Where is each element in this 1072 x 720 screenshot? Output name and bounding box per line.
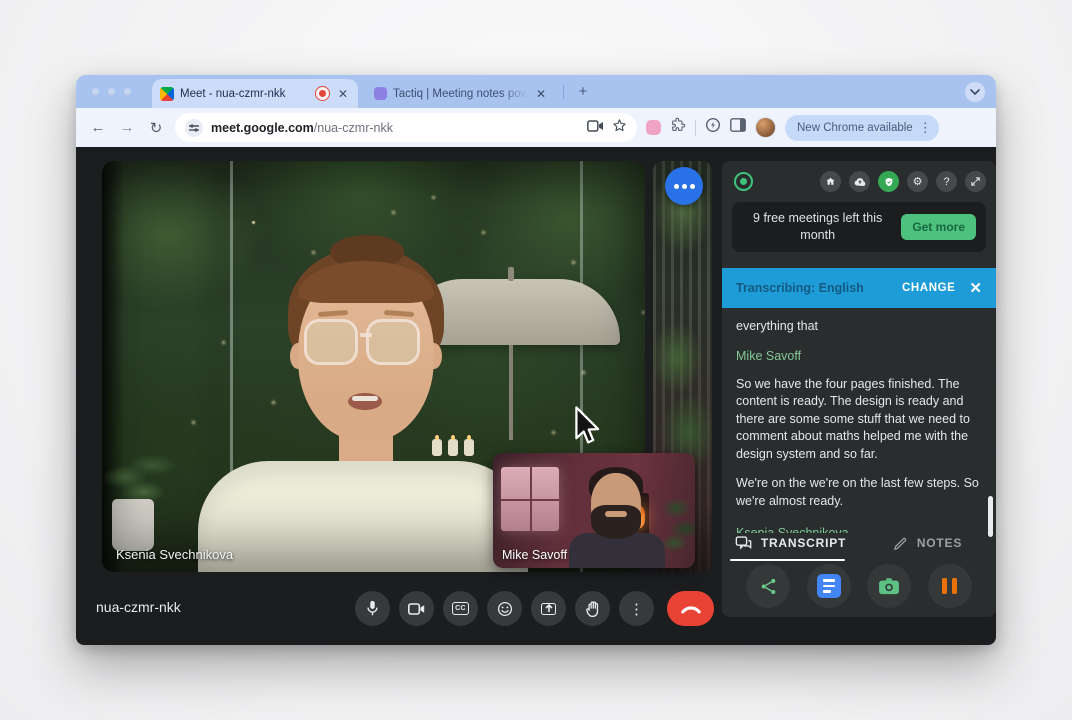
window-controls[interactable] xyxy=(92,88,131,95)
shield-check-icon[interactable] xyxy=(878,171,899,192)
mic-button[interactable] xyxy=(355,591,390,626)
help-icon[interactable]: ? xyxy=(936,171,957,192)
tactiq-extension-icon[interactable] xyxy=(646,120,661,135)
browser-toolbar: ← → ↻ meet.google.com/nua-czmr-nkk xyxy=(76,108,996,147)
present-button[interactable] xyxy=(531,591,566,626)
toolbar-separator xyxy=(695,120,696,136)
profile-avatar[interactable] xyxy=(755,117,776,138)
bookmark-star-icon[interactable] xyxy=(612,118,627,138)
back-icon[interactable]: ← xyxy=(88,119,108,136)
tab-strip: Meet - nua-czmr-nkk ✕ Tactiq | Meeting n… xyxy=(76,75,996,108)
tab-meet[interactable]: Meet - nua-czmr-nkk ✕ xyxy=(152,79,358,108)
tab-transcript[interactable]: TRANSCRIPT xyxy=(722,527,859,559)
tab-search-chevron-icon[interactable] xyxy=(965,82,985,102)
camera-in-use-icon[interactable] xyxy=(587,119,604,137)
transcribing-banner: Transcribing: English CHANGE ✕ xyxy=(722,268,996,308)
video-tile-pip[interactable]: Mike Savoff xyxy=(493,453,695,568)
tab-meet-title: Meet - nua-czmr-nkk xyxy=(180,88,309,100)
tactiq-favicon xyxy=(374,87,387,100)
transcribing-label: Transcribing: English xyxy=(736,281,864,295)
get-more-button[interactable]: Get more xyxy=(901,214,976,240)
tactiq-header: ⚙ ? xyxy=(722,161,996,200)
call-controls: CC ⋮ xyxy=(355,591,714,626)
tab-separator xyxy=(563,85,564,99)
meet-bottom-bar: nua-czmr-nkk CC xyxy=(76,573,996,645)
home-icon[interactable] xyxy=(820,171,841,192)
reload-icon[interactable]: ↻ xyxy=(146,119,166,137)
tactiq-panel: ⚙ ? 9 free meetings left this month Get … xyxy=(722,161,996,617)
captions-button[interactable]: CC xyxy=(443,591,478,626)
recording-indicator-icon xyxy=(315,86,330,101)
end-call-button[interactable] xyxy=(667,591,714,626)
tactiq-logo-icon xyxy=(734,172,753,191)
transcript-list[interactable]: everything that Mike Savoff So we have t… xyxy=(722,308,996,533)
free-meetings-banner: 9 free meetings left this month Get more xyxy=(732,202,986,252)
transcript-text: We're on the we're on the last few steps… xyxy=(736,475,982,510)
reactions-button[interactable] xyxy=(487,591,522,626)
transcript-text: So we have the four pages finished. The … xyxy=(736,376,982,464)
transcript-speaker: Mike Savoff xyxy=(736,348,982,366)
chat-bubble-icon[interactable] xyxy=(665,167,703,205)
meet-favicon xyxy=(160,87,174,101)
cloud-upload-icon[interactable] xyxy=(849,171,870,192)
change-language-button[interactable]: CHANGE xyxy=(902,282,955,294)
mouse-cursor xyxy=(572,406,606,453)
pip-name-label: Mike Savoff xyxy=(502,548,567,562)
raise-hand-button[interactable] xyxy=(575,591,610,626)
free-meetings-text: 9 free meetings left this month xyxy=(742,210,893,244)
address-bar[interactable]: meet.google.com/nua-czmr-nkk xyxy=(175,113,637,142)
close-tab-icon[interactable]: ✕ xyxy=(336,88,350,100)
participant-name-label: Ksenia Svechnikova xyxy=(116,547,233,562)
close-banner-icon[interactable]: ✕ xyxy=(969,279,982,297)
tab-notes[interactable]: NOTES xyxy=(859,527,996,559)
close-tab-icon[interactable]: ✕ xyxy=(534,88,548,100)
room-code: nua-czmr-nkk xyxy=(96,599,181,615)
site-settings-icon[interactable] xyxy=(185,119,203,137)
chrome-update-button[interactable]: New Chrome available ⋮ xyxy=(785,115,939,141)
camera-button[interactable] xyxy=(399,591,434,626)
browser-window: Meet - nua-czmr-nkk ✕ Tactiq | Meeting n… xyxy=(76,75,996,645)
new-tab-button[interactable]: + xyxy=(572,80,594,102)
side-panel-icon[interactable] xyxy=(730,118,746,137)
battery-saver-icon[interactable] xyxy=(705,117,721,138)
extensions-puzzle-icon[interactable] xyxy=(670,117,686,138)
tab-tactiq[interactable]: Tactiq | Meeting notes powe ✕ xyxy=(368,79,554,108)
url-text: meet.google.com/nua-czmr-nkk xyxy=(211,121,393,135)
settings-gear-icon[interactable]: ⚙ xyxy=(907,171,928,192)
more-options-button[interactable]: ⋮ xyxy=(619,591,654,626)
tab-tactiq-title: Tactiq | Meeting notes powe xyxy=(393,88,528,100)
transcript-text: everything that xyxy=(736,318,982,336)
browser-menu-icon[interactable]: ⋮ xyxy=(919,120,932,136)
collapse-panel-icon[interactable] xyxy=(965,171,986,192)
forward-icon[interactable]: → xyxy=(117,119,137,136)
tactiq-tabs: TRANSCRIPT NOTES xyxy=(722,527,996,559)
meet-page: Ksenia Svechnikova Mike Savoff xyxy=(76,147,996,645)
